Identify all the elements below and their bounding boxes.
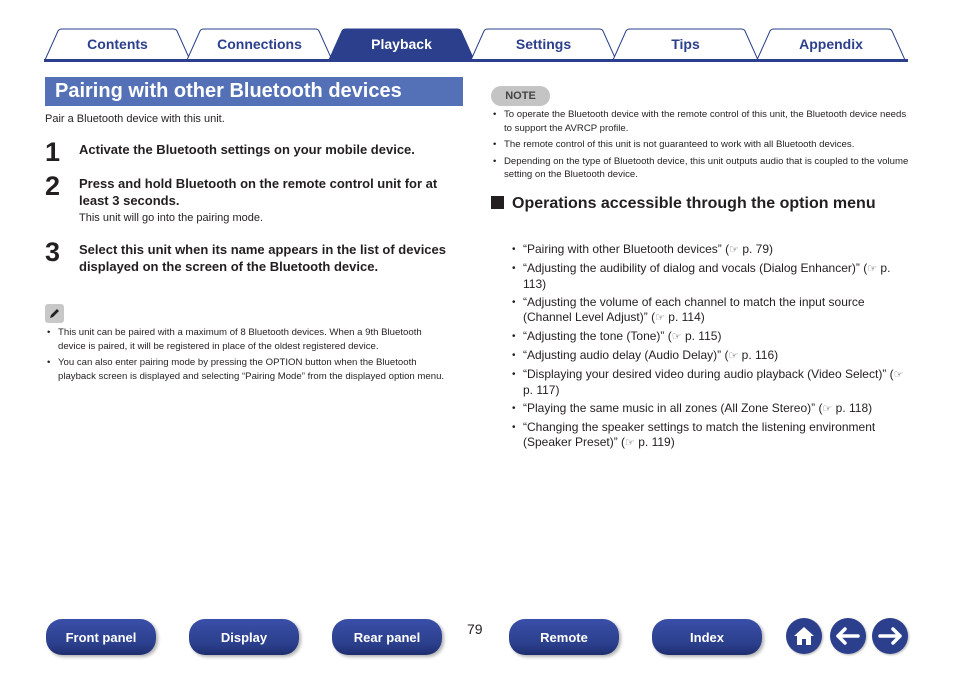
intro-text: Pair a Bluetooth device with this unit. [45, 113, 225, 125]
tab-label: Tips [671, 36, 700, 52]
rear-panel-button[interactable]: Rear panel [332, 619, 442, 655]
tab-playback[interactable]: Playback [328, 28, 475, 60]
tip-item: You can also enter pairing mode by press… [45, 356, 445, 383]
operation-text: “Displaying your desired video during au… [523, 367, 894, 381]
back-button[interactable] [830, 618, 866, 654]
pointing-hand-icon: ☞ [867, 263, 878, 275]
operation-text: “Adjusting the audibility of dialog and … [523, 261, 868, 275]
page-ref: p. 115) [684, 329, 722, 343]
pointing-hand-icon: ☞ [671, 331, 682, 343]
operations-list: “Pairing with other Bluetooth devices” (… [511, 242, 911, 454]
back-arrow-icon [836, 627, 860, 645]
tab-appendix[interactable]: Appendix [756, 28, 906, 60]
note-item: Depending on the type of Bluetooth devic… [491, 155, 911, 182]
operation-text: “Changing the speaker settings to match … [523, 420, 876, 449]
tab-label: Playback [371, 36, 432, 52]
forward-button[interactable] [872, 618, 908, 654]
square-bullet-icon [491, 196, 504, 209]
tab-label: Connections [217, 36, 302, 52]
pointing-hand-icon: ☞ [625, 437, 635, 449]
home-icon [794, 627, 814, 645]
step-subtext: This unit will go into the pairing mode. [79, 212, 264, 224]
step-text: Select this unit when its name appears i… [79, 242, 446, 274]
tab-underline [44, 59, 908, 62]
tab-label: Appendix [799, 36, 863, 52]
remote-button[interactable]: Remote [509, 619, 619, 655]
pointing-hand-icon: ☞ [822, 403, 833, 415]
tab-label: Contents [87, 36, 148, 52]
pencil-icon [45, 304, 64, 323]
tab-settings[interactable]: Settings [470, 28, 617, 60]
operation-link[interactable]: “Adjusting the audibility of dialog and … [511, 261, 911, 292]
tips-list: This unit can be paired with a maximum o… [45, 326, 445, 386]
page-ref: p. 119) [638, 435, 675, 449]
operation-text: “Adjusting the tone (Tone)” ( [523, 329, 672, 343]
operation-link[interactable]: “Adjusting the tone (Tone)” (☞ p. 115) [511, 329, 911, 345]
operations-heading: Operations accessible through the option… [491, 193, 891, 214]
operation-link[interactable]: “Adjusting the volume of each channel to… [511, 295, 911, 326]
operation-text: “Playing the same music in all zones (Al… [523, 401, 823, 415]
operations-heading-text: Operations accessible through the option… [512, 195, 876, 212]
page-ref: p. 114) [668, 310, 705, 324]
step-text: Activate the Bluetooth settings on your … [79, 142, 415, 157]
page-title: Pairing with other Bluetooth devices [55, 80, 402, 102]
section-title-bar: Pairing with other Bluetooth devices [45, 77, 463, 106]
step-number: 3 [45, 237, 61, 267]
operation-text: “Adjusting audio delay (Audio Delay)” ( [523, 348, 729, 362]
operation-link[interactable]: “Changing the speaker settings to match … [511, 420, 911, 451]
pointing-hand-icon: ☞ [655, 312, 665, 324]
step-number: 1 [45, 137, 61, 167]
step-2: 2 Press and hold Bluetooth on the remote… [45, 171, 470, 224]
note-badge: NOTE [491, 86, 550, 106]
tab-label: Settings [515, 36, 572, 52]
tip-item: This unit can be paired with a maximum o… [45, 326, 445, 353]
step-1: 1 Activate the Bluetooth settings on you… [45, 137, 470, 167]
page-ref: p. 118) [835, 401, 873, 415]
note-item: The remote control of this unit is not g… [491, 138, 911, 152]
operation-link[interactable]: “Pairing with other Bluetooth devices” (… [511, 242, 911, 258]
operation-link[interactable]: “Playing the same music in all zones (Al… [511, 401, 911, 417]
operation-link[interactable]: “Displaying your desired video during au… [511, 367, 911, 398]
operation-text: “Pairing with other Bluetooth devices” ( [523, 242, 730, 256]
step-text: Press and hold Bluetooth on the remote c… [79, 176, 438, 208]
front-panel-button[interactable]: Front panel [46, 619, 156, 655]
page-number: 79 [467, 621, 483, 637]
pointing-hand-icon: ☞ [729, 244, 739, 256]
note-item: To operate the Bluetooth device with the… [491, 108, 911, 135]
operation-link[interactable]: “Adjusting audio delay (Audio Delay)” (☞… [511, 348, 911, 364]
forward-arrow-icon [878, 627, 902, 645]
page-ref: p. 117) [523, 383, 560, 397]
pointing-hand-icon: ☞ [728, 350, 739, 362]
home-button[interactable] [786, 618, 822, 654]
index-button[interactable]: Index [652, 619, 762, 655]
step-3: 3 Select this unit when its name appears… [45, 237, 470, 275]
page-ref: p. 116) [741, 348, 779, 362]
pointing-hand-icon: ☞ [893, 369, 904, 381]
tab-contents[interactable]: Contents [44, 28, 191, 60]
display-button[interactable]: Display [189, 619, 299, 655]
tab-tips[interactable]: Tips [612, 28, 759, 60]
page-ref: p. 79) [742, 242, 774, 256]
tab-connections[interactable]: Connections [186, 28, 333, 60]
note-list: To operate the Bluetooth device with the… [491, 108, 911, 185]
step-number: 2 [45, 171, 61, 201]
